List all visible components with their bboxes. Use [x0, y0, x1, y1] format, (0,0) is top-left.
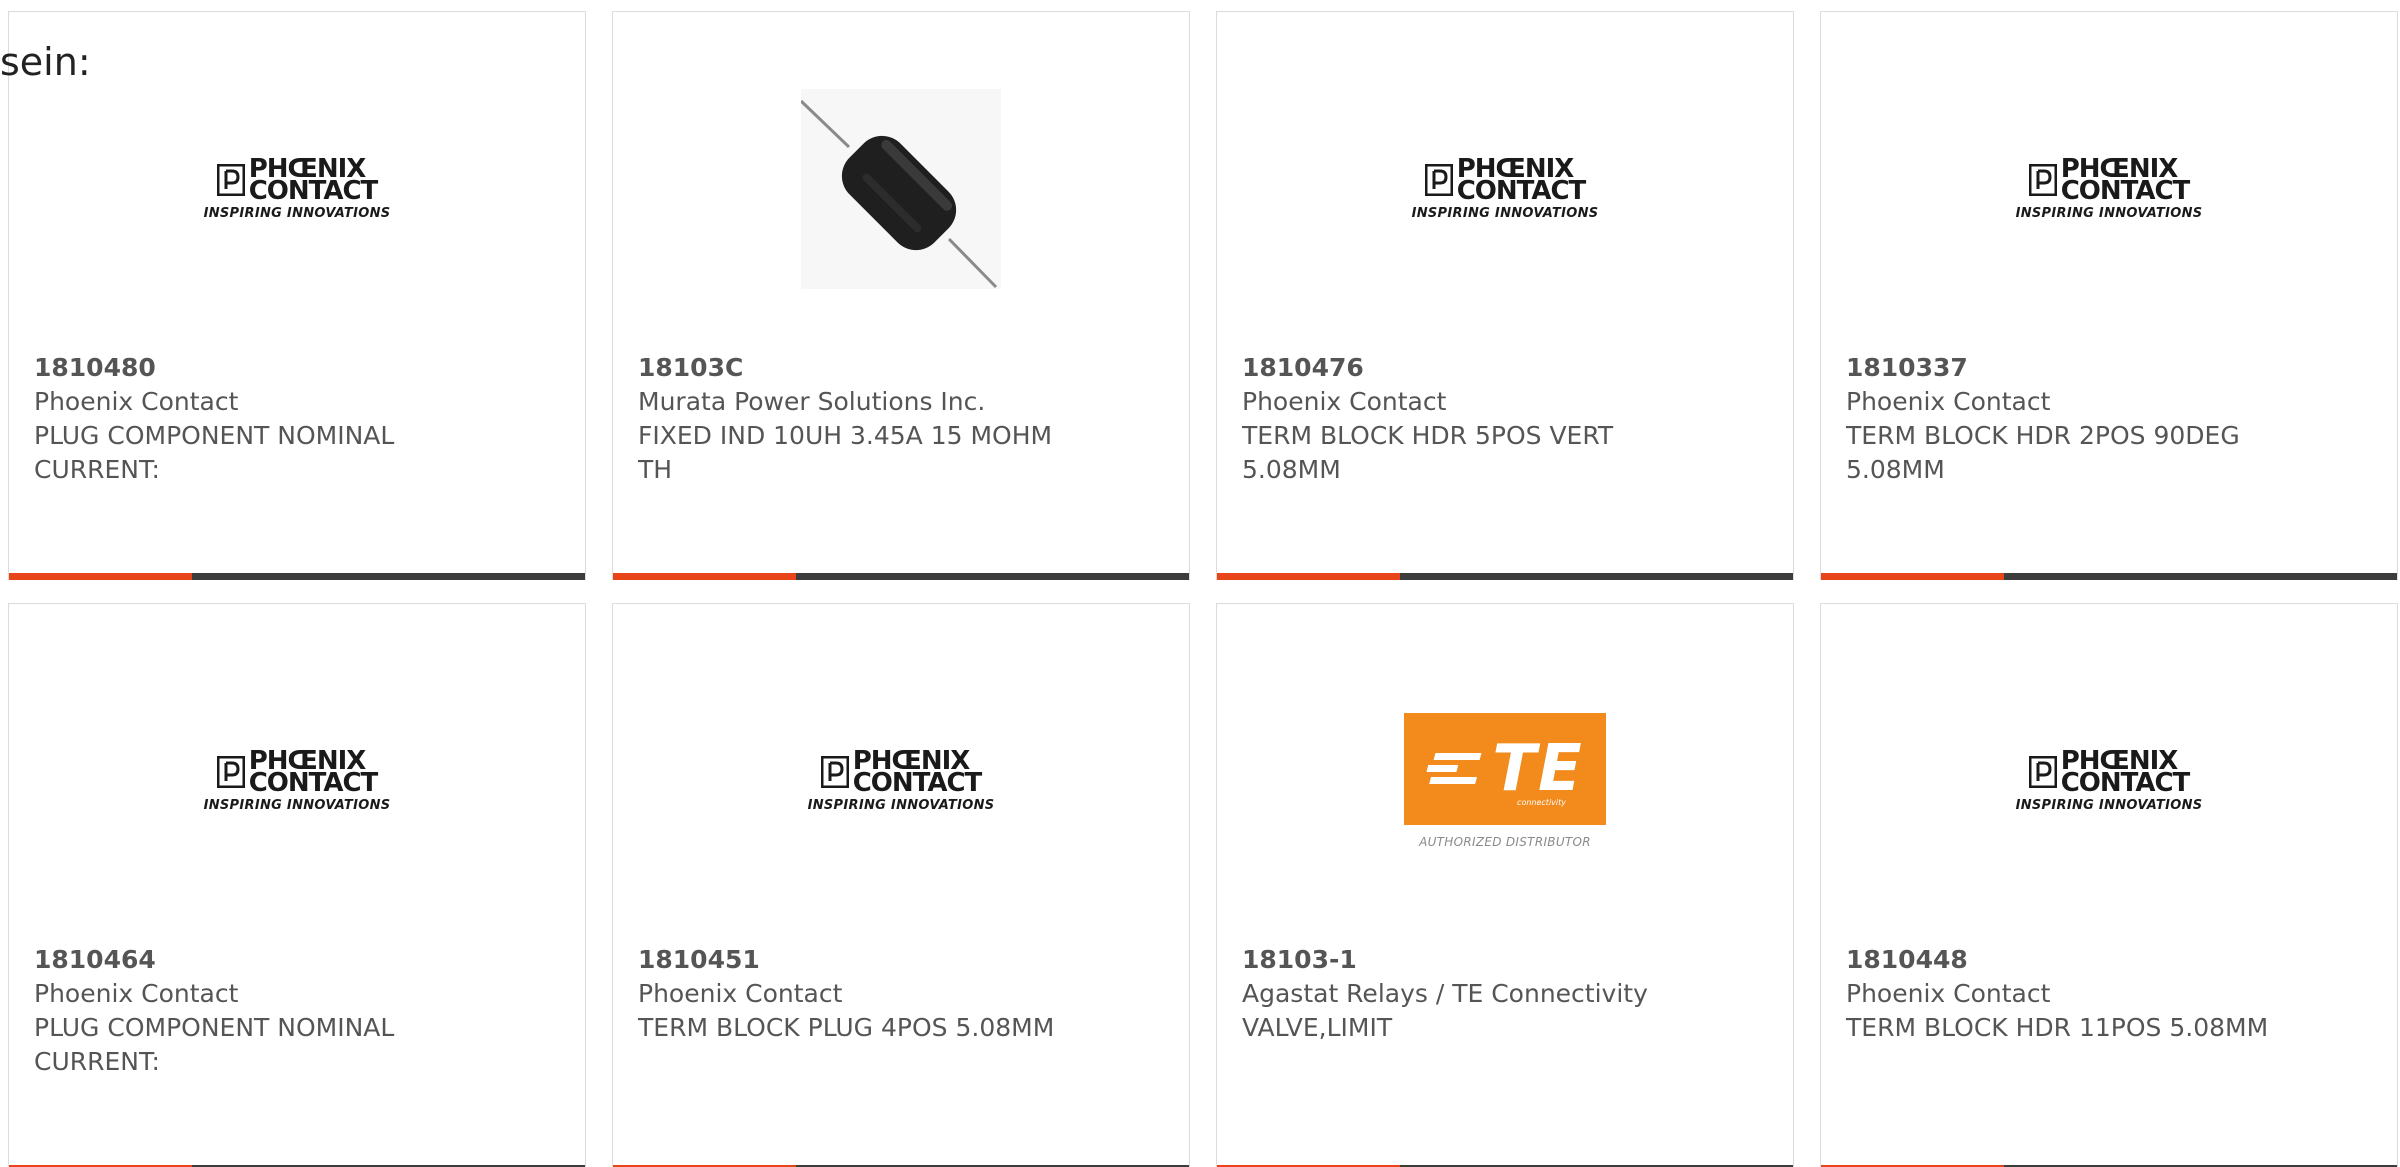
phoenix-mark-icon — [820, 755, 849, 788]
product-image[interactable]: PHŒNIX CONTACT INSPIRING INNOVATIONS — [1821, 666, 2397, 896]
logo-line2: CONTACT — [248, 767, 379, 798]
intro-text: sein: — [0, 40, 91, 84]
manufacturer: Phoenix Contact — [1242, 387, 1447, 416]
product-image[interactable]: PHŒNIX CONTACT INSPIRING INNOVATIONS — [9, 74, 585, 304]
part-number[interactable]: 1810476 — [1242, 351, 1682, 385]
description: TERM BLOCK HDR 5POS VERT 5.08MM — [1242, 421, 1614, 484]
product-info: 18103-1 Agastat Relays / TE Connectivity… — [1242, 943, 1682, 1045]
description: TERM BLOCK HDR 11POS 5.08MM — [1846, 1013, 2269, 1042]
logo-line2: CONTACT — [852, 767, 983, 798]
logo-tagline: INSPIRING INNOVATIONS — [807, 797, 995, 813]
phoenix-contact-logo: PHŒNIX CONTACT INSPIRING INNOVATIONS — [203, 748, 391, 813]
manufacturer: Murata Power Solutions Inc. — [638, 387, 986, 416]
product-card[interactable]: PHŒNIX CONTACT INSPIRING INNOVATIONS 181… — [8, 11, 586, 580]
description: FIXED IND 10UH 3.45A 15 MOHM TH — [638, 421, 1053, 484]
product-grid: PHŒNIX CONTACT INSPIRING INNOVATIONS 181… — [8, 11, 2398, 1167]
logo-line2: CONTACT — [1456, 175, 1587, 206]
product-info: 1810480 Phoenix Contact PLUG COMPONENT N… — [34, 351, 474, 487]
product-image[interactable]: PHŒNIX CONTACT INSPIRING INNOVATIONS — [613, 666, 1189, 896]
card-footer-bar — [9, 573, 585, 580]
card-accent — [9, 573, 192, 580]
logo-tagline: INSPIRING INNOVATIONS — [203, 205, 391, 221]
card-footer-bar — [613, 573, 1189, 580]
logo-line2: CONTACT — [2060, 175, 2191, 206]
product-card[interactable]: 18103C Murata Power Solutions Inc. FIXED… — [612, 11, 1190, 580]
product-info: 18103C Murata Power Solutions Inc. FIXED… — [638, 351, 1078, 487]
product-info: 1810464 Phoenix Contact PLUG COMPONENT N… — [34, 943, 474, 1079]
description: PLUG COMPONENT NOMINAL CURRENT: — [34, 1013, 395, 1076]
manufacturer: Phoenix Contact — [1846, 979, 2051, 1008]
manufacturer: Agastat Relays / TE Connectivity — [1242, 979, 1648, 1008]
description: PLUG COMPONENT NOMINAL CURRENT: — [34, 421, 395, 484]
card-footer-bar — [1821, 573, 2397, 580]
authorized-distributor-label: AUTHORIZED DISTRIBUTOR — [1419, 835, 1591, 849]
product-info: 1810337 Phoenix Contact TERM BLOCK HDR 2… — [1846, 351, 2286, 487]
part-number[interactable]: 1810337 — [1846, 351, 2286, 385]
phoenix-mark-icon — [2028, 755, 2057, 788]
product-info: 1810451 Phoenix Contact TERM BLOCK PLUG … — [638, 943, 1078, 1045]
phoenix-contact-logo: PHŒNIX CONTACT INSPIRING INNOVATIONS — [2015, 748, 2203, 813]
phoenix-mark-icon — [1424, 163, 1453, 196]
logo-tagline: INSPIRING INNOVATIONS — [2015, 797, 2203, 813]
part-number[interactable]: 1810451 — [638, 943, 1078, 977]
phoenix-mark-icon — [216, 163, 245, 196]
logo-tagline: INSPIRING INNOVATIONS — [2015, 205, 2203, 221]
phoenix-mark-icon — [2028, 163, 2057, 196]
product-image[interactable]: TE connectivity AUTHORIZED DISTRIBUTOR — [1217, 666, 1793, 896]
product-card[interactable]: PHŒNIX CONTACT INSPIRING INNOVATIONS 181… — [1820, 11, 2398, 580]
phoenix-contact-logo: PHŒNIX CONTACT INSPIRING INNOVATIONS — [807, 748, 995, 813]
logo-line2: CONTACT — [248, 175, 379, 206]
card-accent — [613, 573, 796, 580]
product-image[interactable]: PHŒNIX CONTACT INSPIRING INNOVATIONS — [1821, 74, 2397, 304]
phoenix-contact-logo: PHŒNIX CONTACT INSPIRING INNOVATIONS — [203, 156, 391, 221]
te-connectivity-logo: TE connectivity AUTHORIZED DISTRIBUTOR — [1404, 713, 1606, 849]
product-card[interactable]: PHŒNIX CONTACT INSPIRING INNOVATIONS 181… — [1820, 603, 2398, 1167]
manufacturer: Phoenix Contact — [34, 979, 239, 1008]
description: VALVE,LIMIT — [1242, 1013, 1393, 1042]
part-number[interactable]: 1810480 — [34, 351, 474, 385]
manufacturer: Phoenix Contact — [1846, 387, 2051, 416]
card-accent — [1217, 573, 1400, 580]
inductor-photo — [801, 89, 1001, 289]
part-number[interactable]: 1810448 — [1846, 943, 2286, 977]
page: sein: PHŒNIX CONTACT INSPIRING INNOVATIO… — [0, 0, 2400, 1167]
product-info: 1810476 Phoenix Contact TERM BLOCK HDR 5… — [1242, 351, 1682, 487]
product-image[interactable]: PHŒNIX CONTACT INSPIRING INNOVATIONS — [1217, 74, 1793, 304]
phoenix-contact-logo: PHŒNIX CONTACT INSPIRING INNOVATIONS — [1411, 156, 1599, 221]
logo-line2: CONTACT — [2060, 767, 2191, 798]
te-logo-mark: TE — [1492, 732, 1584, 806]
product-image[interactable]: PHŒNIX CONTACT INSPIRING INNOVATIONS — [9, 666, 585, 896]
te-logo-box: TE connectivity — [1404, 713, 1606, 825]
card-accent — [1821, 573, 2004, 580]
logo-tagline: INSPIRING INNOVATIONS — [203, 797, 391, 813]
phoenix-contact-logo: PHŒNIX CONTACT INSPIRING INNOVATIONS — [2015, 156, 2203, 221]
product-card[interactable]: PHŒNIX CONTACT INSPIRING INNOVATIONS 181… — [1216, 11, 1794, 580]
product-info: 1810448 Phoenix Contact TERM BLOCK HDR 1… — [1846, 943, 2286, 1045]
part-number[interactable]: 18103C — [638, 351, 1078, 385]
description: TERM BLOCK HDR 2POS 90DEG 5.08MM — [1846, 421, 2240, 484]
logo-tagline: INSPIRING INNOVATIONS — [1411, 205, 1599, 221]
part-number[interactable]: 1810464 — [34, 943, 474, 977]
card-footer-bar — [1217, 573, 1793, 580]
phoenix-mark-icon — [216, 755, 245, 788]
product-card[interactable]: PHŒNIX CONTACT INSPIRING INNOVATIONS 181… — [612, 603, 1190, 1167]
manufacturer: Phoenix Contact — [638, 979, 843, 1008]
part-number[interactable]: 18103-1 — [1242, 943, 1682, 977]
product-card[interactable]: TE connectivity AUTHORIZED DISTRIBUTOR 1… — [1216, 603, 1794, 1167]
product-image[interactable] — [613, 74, 1189, 304]
description: TERM BLOCK PLUG 4POS 5.08MM — [638, 1013, 1055, 1042]
product-card[interactable]: PHŒNIX CONTACT INSPIRING INNOVATIONS 181… — [8, 603, 586, 1167]
te-logo-sub: connectivity — [1517, 798, 1566, 807]
te-stripes-icon — [1426, 753, 1482, 784]
manufacturer: Phoenix Contact — [34, 387, 239, 416]
